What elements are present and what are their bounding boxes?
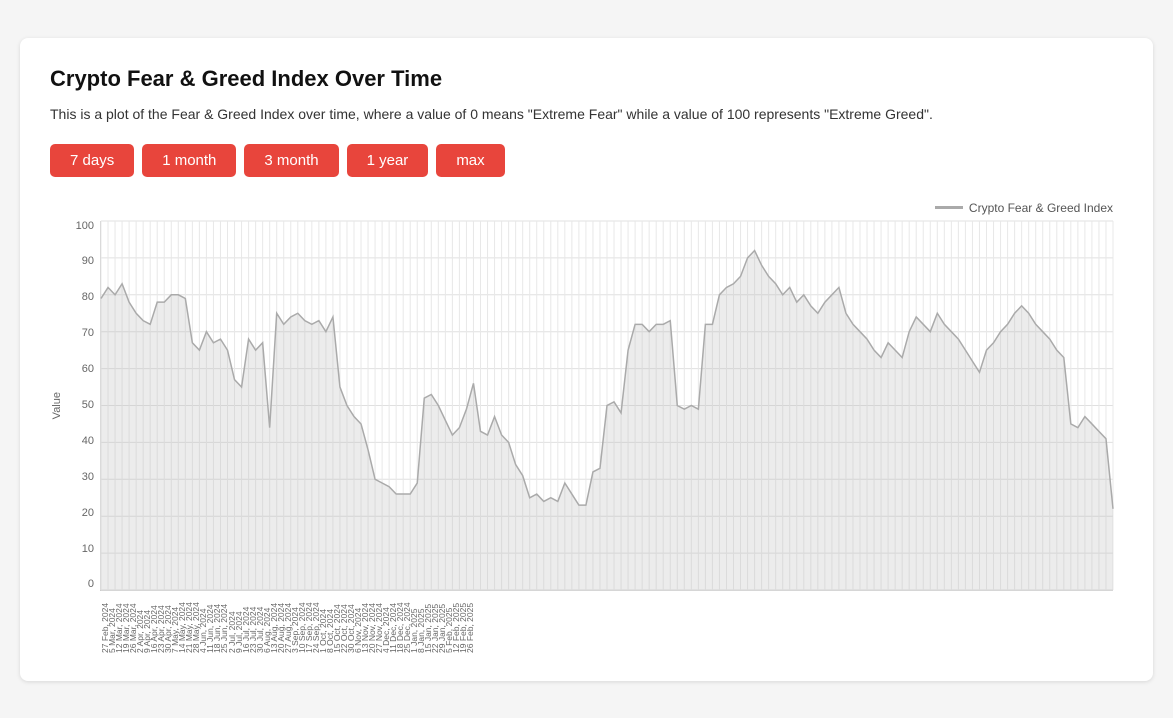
y-label-80: 80 [82, 292, 94, 303]
x-label: 26 Feb, 2025 [465, 602, 475, 652]
time-range-buttons: 7 days 1 month 3 month 1 year max [50, 144, 1123, 177]
y-label-40: 40 [82, 436, 94, 447]
legend-label: Crypto Fear & Greed Index [969, 201, 1113, 215]
main-card: Crypto Fear & Greed Index Over Time This… [20, 38, 1153, 681]
btn-1year[interactable]: 1 year [347, 144, 429, 177]
btn-max[interactable]: max [436, 144, 504, 177]
y-label-90: 90 [82, 256, 94, 267]
chart-container: Crypto Fear & Greed Index 100 90 80 70 6… [50, 201, 1123, 661]
y-label-20: 20 [82, 508, 94, 519]
btn-7days[interactable]: 7 days [50, 144, 134, 177]
y-label-100: 100 [76, 221, 94, 232]
y-label-50: 50 [82, 400, 94, 411]
chart-svg [101, 221, 1113, 590]
y-axis-title: Value [51, 392, 63, 419]
page-title: Crypto Fear & Greed Index Over Time [50, 66, 1123, 92]
x-axis-labels: 27 Feb, 20245 Mar, 202412 Mar, 202419 Ma… [100, 591, 1113, 661]
y-label-70: 70 [82, 328, 94, 339]
y-label-60: 60 [82, 364, 94, 375]
page-subtitle: This is a plot of the Fear & Greed Index… [50, 106, 1123, 122]
chart-area [100, 221, 1113, 591]
legend-line-icon [935, 206, 963, 209]
btn-3month[interactable]: 3 month [244, 144, 338, 177]
y-label-0: 0 [88, 579, 94, 590]
y-label-10: 10 [82, 544, 94, 555]
y-label-30: 30 [82, 472, 94, 483]
btn-1month[interactable]: 1 month [142, 144, 236, 177]
